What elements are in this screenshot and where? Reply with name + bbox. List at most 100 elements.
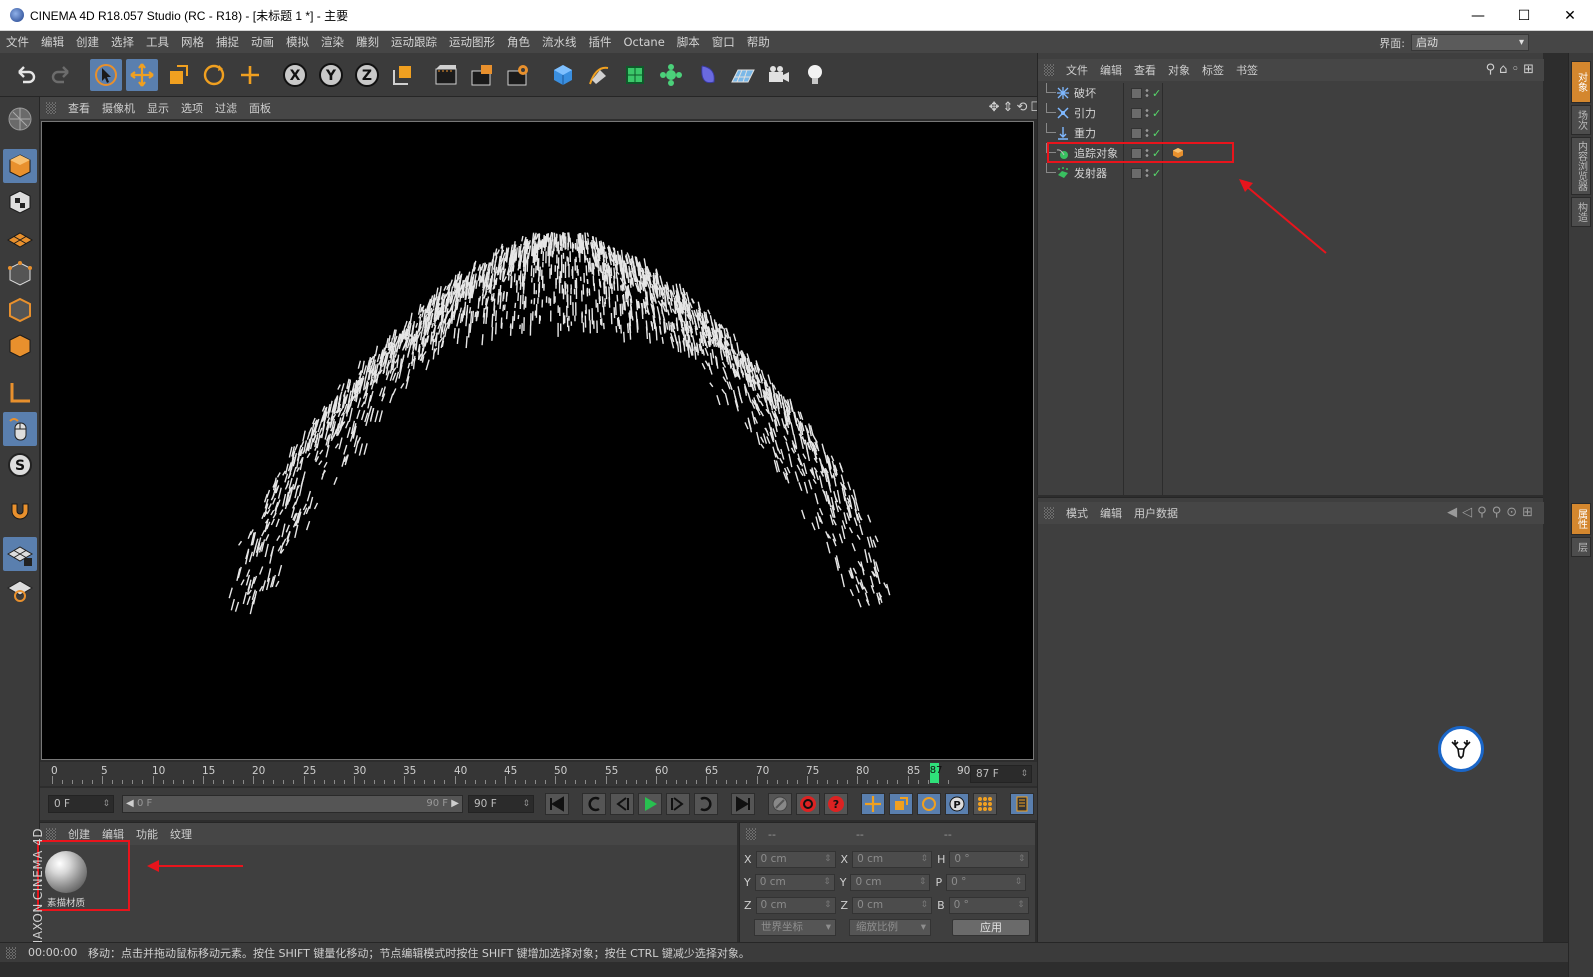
panel-grip-icon[interactable] [1044,507,1054,519]
coord-size-field[interactable]: 0 cm [852,850,933,868]
maximize-button[interactable]: ☐ [1501,0,1547,31]
attribute-menu-2[interactable]: 用户数据 [1128,505,1184,521]
scale-mode-select[interactable]: 缩放比例 [849,919,931,936]
tab-attributes[interactable]: 属性 [1571,503,1591,535]
coord-rotation-field[interactable]: 0 ° [949,850,1030,868]
cube-icon[interactable] [547,59,579,91]
texture-mode-icon[interactable] [3,185,37,219]
menu-item-18[interactable]: 窗口 [706,34,741,50]
menu-item-12[interactable]: 运动图形 [443,34,501,50]
viewport-menu-2[interactable]: 显示 [141,100,175,116]
play-icon[interactable] [638,793,662,815]
tab-structure[interactable]: 构造 [1571,197,1591,227]
attribute-menu-0[interactable]: 模式 [1060,505,1094,521]
render-settings-icon[interactable] [502,59,534,91]
workplane-align-icon[interactable] [3,573,37,607]
scale-icon[interactable] [162,59,194,91]
visibility-dots[interactable] [1144,127,1150,139]
object-manager-menu-0[interactable]: 文件 [1060,62,1094,78]
object-manager-menu-3[interactable]: 对象 [1162,62,1196,78]
points-mode-icon[interactable] [3,257,37,291]
key-parameter-icon[interactable]: P [945,793,969,815]
menu-item-11[interactable]: 运动跟踪 [385,34,443,50]
undo-icon[interactable] [10,59,42,91]
layer-flag[interactable] [1131,167,1142,179]
move-icon[interactable] [126,59,158,91]
polygons-mode-icon[interactable] [3,329,37,363]
next-keyframe-icon[interactable] [694,793,718,815]
panel-grip-icon[interactable] [46,828,56,840]
deformer-icon[interactable] [691,59,723,91]
coord-rotation-field[interactable]: 0 ° [948,896,1029,914]
visibility-dots[interactable] [1144,167,1150,179]
previous-keyframe-icon[interactable] [582,793,606,815]
enabled-check-icon[interactable]: ✓ [1152,127,1161,140]
object-manager-menu-1[interactable]: 编辑 [1094,62,1128,78]
rotate-icon[interactable] [198,59,230,91]
menu-item-9[interactable]: 渲染 [315,34,350,50]
make-editable-icon[interactable] [3,102,37,136]
object-manager-menu-4[interactable]: 标签 [1196,62,1230,78]
subdivision-surface-icon[interactable] [619,59,651,91]
panel-grip-icon[interactable] [46,102,56,114]
camera-icon[interactable] [763,59,795,91]
object-manager-menu-5[interactable]: 书签 [1230,62,1264,78]
solo-icon[interactable]: S [3,448,37,482]
menu-item-16[interactable]: Octane [618,35,671,49]
menu-item-17[interactable]: 脚本 [671,34,706,50]
edges-mode-icon[interactable] [3,293,37,327]
menu-item-19[interactable]: 帮助 [741,34,776,50]
coord-size-field[interactable]: 0 cm [852,896,933,914]
recent-tools-icon[interactable] [234,59,266,91]
enabled-check-icon[interactable]: ✓ [1152,87,1161,100]
material-menu-3[interactable]: 纹理 [164,826,198,842]
layer-flag[interactable] [1131,107,1142,119]
tab-objects[interactable]: 对象 [1571,61,1591,103]
layer-flag[interactable] [1131,87,1142,99]
coord-position-field[interactable]: 0 cm [755,896,836,914]
visibility-dots[interactable] [1144,107,1150,119]
key-scale-icon[interactable] [889,793,913,815]
tweak-mode-icon[interactable] [3,412,37,446]
next-frame-icon[interactable] [666,793,690,815]
menu-item-5[interactable]: 网格 [175,34,210,50]
record-active-objects-icon[interactable] [768,793,792,815]
material-menu-2[interactable]: 功能 [130,826,164,842]
attribute-menu-1[interactable]: 编辑 [1094,505,1128,521]
coord-position-field[interactable]: 0 cm [755,850,836,868]
go-to-end-icon[interactable] [731,793,755,815]
timeline-window-icon[interactable] [1010,793,1034,815]
coord-position-field[interactable]: 0 cm [754,873,835,891]
timeline-ruler[interactable]: 0 5 10 15 20 25 30 35 40 45 50 55 60 65 70 75 80 85 90 87 [51,762,972,786]
x-axis-icon[interactable]: X [279,59,311,91]
enabled-check-icon[interactable]: ✓ [1152,167,1161,180]
enabled-check-icon[interactable]: ✓ [1152,107,1161,120]
object-row[interactable]: 重力 ✓ [1044,123,1544,143]
panel-grip-icon[interactable] [1044,64,1054,76]
key-rotation-icon[interactable] [917,793,941,815]
menu-item-2[interactable]: 创建 [70,34,105,50]
coordinate-system-icon[interactable] [387,59,419,91]
menu-item-15[interactable]: 插件 [583,34,618,50]
tab-content-browser[interactable]: 内容浏览器 [1571,137,1591,195]
snap-magnet-icon[interactable] [3,493,37,527]
preview-range-slider[interactable]: ◀ 0 F 90 F ▶ [122,795,463,813]
key-position-icon[interactable] [861,793,885,815]
viewport-menu-3[interactable]: 选项 [175,100,209,116]
start-frame-field[interactable]: 0 F [48,795,114,813]
workplane-lock-icon[interactable] [3,537,37,571]
viewport-menu-1[interactable]: 摄像机 [96,100,141,116]
object-row[interactable]: 破坏 ✓ [1044,83,1544,103]
keyframe-selection-icon[interactable]: ? [824,793,848,815]
model-mode-icon[interactable] [3,149,37,183]
workplane-mode-icon[interactable] [3,221,37,255]
object-manager-tool-icons[interactable]: ⚲⌂◦⊞ [1486,62,1538,77]
3d-viewport[interactable] [41,121,1034,760]
attribute-manager-tool-icons[interactable]: ◀◁⚲⚲⊙⊞ [1447,505,1538,520]
go-to-start-icon[interactable] [545,793,569,815]
menu-item-1[interactable]: 编辑 [35,34,70,50]
render-to-picture-viewer-icon[interactable] [466,59,498,91]
menu-item-4[interactable]: 工具 [140,34,175,50]
key-point-level-icon[interactable] [973,793,997,815]
object-row[interactable]: 引力 ✓ [1044,103,1544,123]
